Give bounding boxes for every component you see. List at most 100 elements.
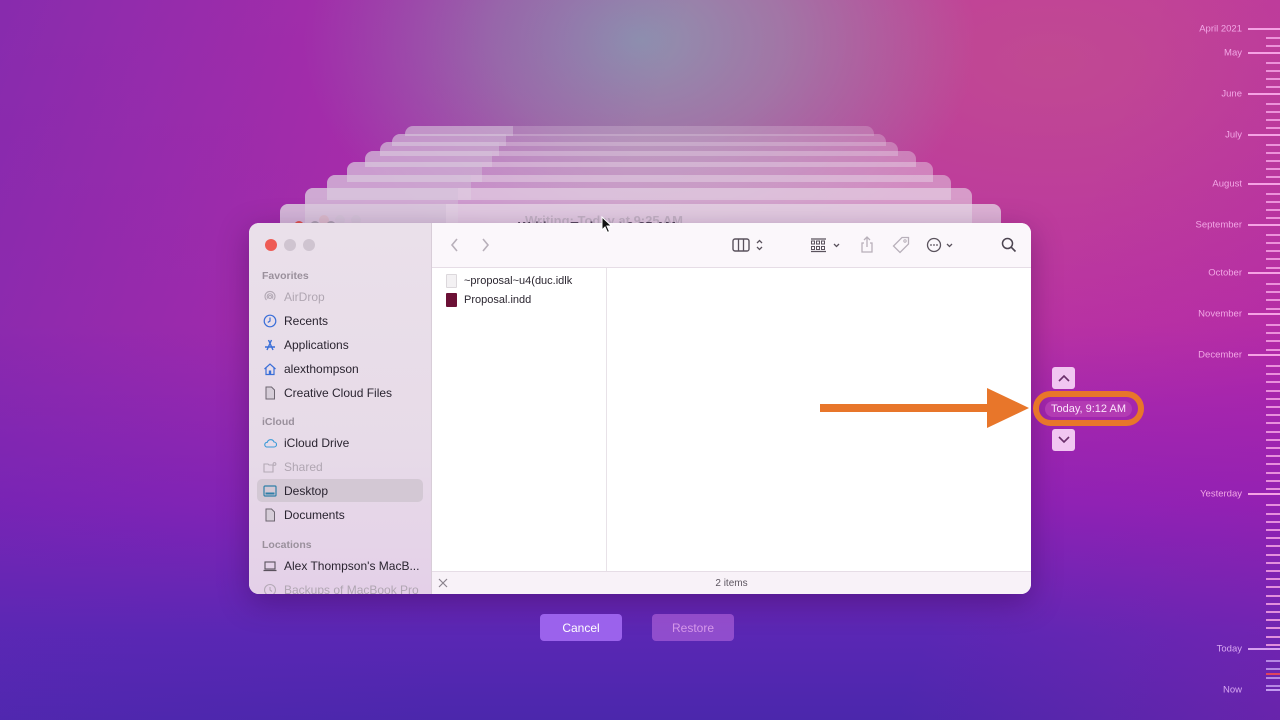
sidebar-item-shared[interactable]: Shared (257, 455, 423, 478)
timeline-minor-tick[interactable] (1266, 201, 1280, 203)
timeline-minor-tick[interactable] (1266, 545, 1280, 547)
tag-button[interactable] (892, 235, 910, 255)
timeline-minor-tick[interactable] (1266, 291, 1280, 293)
timeline-major-tick[interactable] (1248, 183, 1280, 185)
view-mode-button[interactable] (732, 235, 766, 255)
timeline-minor-tick[interactable] (1266, 152, 1280, 154)
timeline-minor-tick[interactable] (1266, 217, 1280, 219)
previous-snapshot-button[interactable] (1052, 367, 1075, 389)
timeline-minor-tick[interactable] (1266, 119, 1280, 121)
timeline-minor-tick[interactable] (1266, 513, 1280, 515)
group-button[interactable] (810, 235, 844, 255)
timeline-label[interactable]: Yesterday (1200, 489, 1242, 500)
timeline-major-tick[interactable] (1248, 272, 1280, 274)
timeline-minor-tick[interactable] (1266, 332, 1280, 334)
timeline-minor-tick[interactable] (1266, 488, 1280, 490)
timeline-minor-tick[interactable] (1266, 578, 1280, 580)
time-machine-timeline[interactable]: April 2021 May June July August September Octo… (1170, 0, 1280, 720)
timeline-minor-tick[interactable] (1266, 554, 1280, 556)
timeline-minor-tick[interactable] (1266, 78, 1280, 80)
timeline-minor-tick[interactable] (1266, 463, 1280, 465)
timeline-minor-tick[interactable] (1266, 619, 1280, 621)
timeline-label[interactable]: May (1224, 48, 1242, 59)
timeline-major-tick[interactable] (1248, 648, 1280, 650)
timeline-minor-tick[interactable] (1266, 299, 1280, 301)
timeline-minor-tick[interactable] (1266, 636, 1280, 638)
sidebar-item-documents[interactable]: Documents (257, 503, 423, 526)
timeline-major-tick[interactable] (1248, 28, 1280, 30)
back-button[interactable] (450, 235, 460, 255)
timeline-minor-tick[interactable] (1266, 283, 1280, 285)
sidebar-item-desktop[interactable]: Desktop (257, 479, 423, 502)
more-actions-button[interactable] (926, 235, 958, 255)
timeline-minor-tick[interactable] (1266, 340, 1280, 342)
next-snapshot-button[interactable] (1052, 429, 1075, 451)
timeline-minor-tick[interactable] (1266, 627, 1280, 629)
timeline-minor-tick[interactable] (1266, 668, 1280, 670)
timeline-minor-tick[interactable] (1266, 480, 1280, 482)
timeline-minor-tick[interactable] (1266, 431, 1280, 433)
timeline-minor-tick[interactable] (1266, 414, 1280, 416)
forward-button[interactable] (480, 235, 490, 255)
timeline-minor-tick[interactable] (1266, 562, 1280, 564)
timeline-minor-tick[interactable] (1266, 209, 1280, 211)
sidebar-item-alex-thompson-s-macb[interactable]: Alex Thompson's MacB... (257, 554, 423, 577)
timeline-label[interactable]: October (1208, 268, 1242, 279)
timeline-major-tick[interactable] (1266, 689, 1280, 691)
timeline-major-tick[interactable] (1248, 224, 1280, 226)
timeline-label[interactable]: Now (1223, 685, 1242, 696)
timeline-minor-tick[interactable] (1266, 258, 1280, 260)
timeline-minor-tick[interactable] (1266, 570, 1280, 572)
timeline-minor-tick[interactable] (1266, 242, 1280, 244)
close-icon[interactable] (437, 577, 449, 589)
sidebar-item-creative-cloud-files[interactable]: Creative Cloud Files (257, 381, 423, 404)
sidebar-item-airdrop[interactable]: AirDrop (257, 285, 423, 308)
sidebar-item-backups-of-macbook-pro[interactable]: Backups of MacBook Pro (257, 578, 423, 594)
share-button[interactable] (860, 235, 874, 255)
search-button[interactable] (1001, 235, 1017, 255)
close-window-button[interactable] (265, 239, 277, 251)
minimize-window-button[interactable] (284, 239, 296, 251)
timeline-minor-tick[interactable] (1266, 127, 1280, 129)
timeline-label[interactable]: August (1212, 179, 1242, 190)
timeline-minor-tick[interactable] (1266, 521, 1280, 523)
timeline-label[interactable]: December (1198, 350, 1242, 361)
timeline-minor-tick[interactable] (1266, 308, 1280, 310)
timeline-label[interactable]: July (1225, 130, 1242, 141)
timeline-minor-tick[interactable] (1266, 611, 1280, 613)
timeline-minor-tick[interactable] (1266, 349, 1280, 351)
file-item[interactable]: Proposal.indd (446, 291, 531, 309)
timeline-label[interactable]: November (1198, 309, 1242, 320)
zoom-window-button[interactable] (303, 239, 315, 251)
timeline-minor-tick[interactable] (1266, 267, 1280, 269)
timeline-label[interactable]: Today (1217, 644, 1242, 655)
timeline-minor-tick[interactable] (1266, 381, 1280, 383)
timeline-minor-tick[interactable] (1266, 422, 1280, 424)
timeline-minor-tick[interactable] (1266, 168, 1280, 170)
timeline-minor-tick[interactable] (1266, 472, 1280, 474)
timeline-minor-tick[interactable] (1266, 70, 1280, 72)
timeline-minor-tick[interactable] (1266, 234, 1280, 236)
timeline-minor-tick[interactable] (1266, 537, 1280, 539)
timeline-minor-tick[interactable] (1266, 529, 1280, 531)
timeline-minor-tick[interactable] (1266, 685, 1280, 687)
timeline-minor-tick[interactable] (1266, 45, 1280, 47)
sidebar-item-alexthompson[interactable]: alexthompson (257, 357, 423, 380)
timeline-minor-tick[interactable] (1266, 193, 1280, 195)
timeline-major-tick[interactable] (1248, 493, 1280, 495)
cancel-button[interactable]: Cancel (540, 614, 622, 641)
timeline-minor-tick[interactable] (1266, 324, 1280, 326)
timeline-minor-tick[interactable] (1266, 373, 1280, 375)
timeline-minor-tick[interactable] (1266, 250, 1280, 252)
timeline-major-tick[interactable] (1248, 134, 1280, 136)
timeline-minor-tick[interactable] (1266, 455, 1280, 457)
timeline-major-tick[interactable] (1248, 354, 1280, 356)
timeline-major-tick[interactable] (1248, 52, 1280, 54)
timeline-minor-tick[interactable] (1266, 677, 1280, 679)
restore-button[interactable]: Restore (652, 614, 734, 641)
sidebar-item-icloud-drive[interactable]: iCloud Drive (257, 431, 423, 454)
timeline-major-tick[interactable] (1248, 313, 1280, 315)
timeline-minor-tick[interactable] (1266, 504, 1280, 506)
sidebar-item-applications[interactable]: Applications (257, 333, 423, 356)
timeline-label[interactable]: June (1221, 89, 1242, 100)
